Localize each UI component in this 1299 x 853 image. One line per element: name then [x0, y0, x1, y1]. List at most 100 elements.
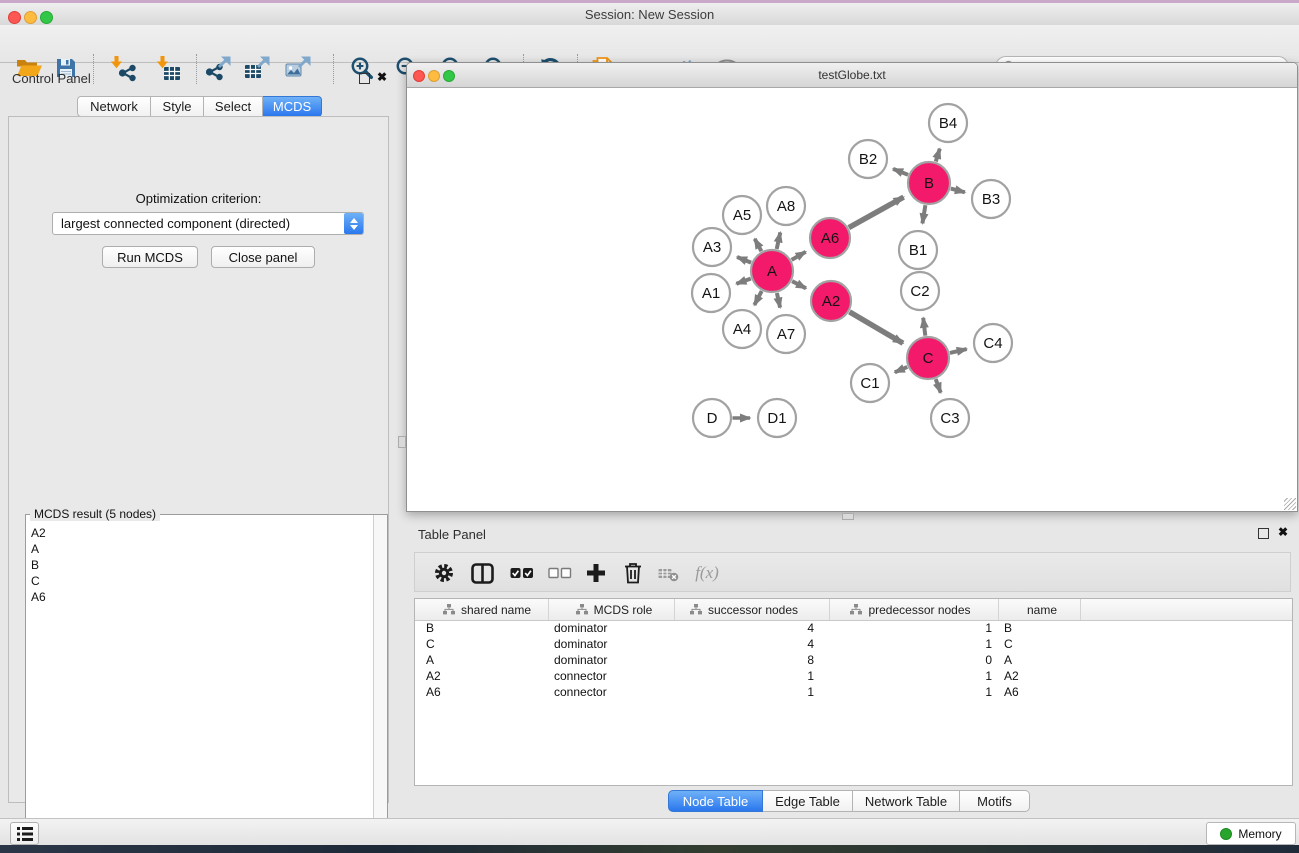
delete-table-button[interactable] [655, 559, 683, 587]
vertical-splitter-handle[interactable] [398, 436, 406, 448]
table-cell[interactable]: 0 [830, 653, 999, 669]
node-B3[interactable]: B3 [972, 180, 1010, 218]
tab-node-table[interactable]: Node Table [668, 790, 763, 812]
edge-A6-B[interactable] [849, 197, 904, 228]
select-stepper-icon[interactable] [344, 213, 363, 234]
table-cell[interactable]: A6 [999, 685, 1081, 701]
node-C3[interactable]: C3 [931, 399, 969, 437]
edge-B-B4[interactable] [936, 149, 940, 162]
result-list-item[interactable]: A6 [31, 589, 373, 605]
table-cell[interactable]: dominator [549, 637, 675, 653]
table-cell[interactable]: A2 [999, 669, 1081, 685]
edge-B-B2[interactable] [893, 169, 908, 175]
result-list-item[interactable]: A [31, 541, 373, 557]
function-builder-button[interactable]: f(x) [693, 559, 721, 587]
column-header-name[interactable]: name [999, 599, 1081, 620]
table-row[interactable]: Cdominator41C [415, 637, 1292, 653]
edge-C-C1[interactable] [895, 367, 908, 372]
node-B[interactable]: B [908, 162, 950, 204]
tab-network-table[interactable]: Network Table [853, 790, 960, 812]
close-table-panel-icon[interactable]: ✖ [1278, 527, 1288, 537]
network-graph[interactable]: B4B2BB3A8A5A6A3B1AC2A1A2A4A7C4CC1C3DD1 [407, 88, 1297, 511]
node-D[interactable]: D [693, 399, 731, 437]
edge-A-A5[interactable] [755, 239, 762, 251]
float-table-panel-icon[interactable] [1258, 528, 1269, 539]
table-row[interactable]: Adominator80A [415, 653, 1292, 669]
edge-A-A3[interactable] [737, 257, 751, 263]
edge-C-C3[interactable] [936, 379, 941, 393]
table-cell[interactable]: 4 [675, 621, 830, 637]
node-C[interactable]: C [907, 337, 949, 379]
table-cell[interactable]: dominator [549, 653, 675, 669]
horizontal-splitter-handle[interactable] [842, 513, 854, 520]
close-panel-icon[interactable]: ✖ [377, 72, 387, 82]
column-header-MCDS-role[interactable]: MCDS role [549, 599, 675, 620]
node-A7[interactable]: A7 [767, 315, 805, 353]
table-cell[interactable]: connector [549, 685, 675, 701]
edge-A-A6[interactable] [792, 252, 806, 260]
edge-A-A4[interactable] [754, 291, 761, 305]
table-cell[interactable]: C [415, 637, 549, 653]
edge-A-A7[interactable] [777, 293, 780, 308]
result-list-item[interactable]: C [31, 573, 373, 589]
node-C1[interactable]: C1 [851, 364, 889, 402]
table-cell[interactable]: A6 [415, 685, 549, 701]
network-window-titlebar[interactable]: testGlobe.txt [407, 63, 1297, 88]
show-column-button[interactable] [468, 559, 496, 587]
table-row[interactable]: Bdominator41B [415, 621, 1292, 637]
tab-mcds[interactable]: MCDS [263, 96, 322, 117]
node-D1[interactable]: D1 [758, 399, 796, 437]
table-cell[interactable]: 1 [675, 669, 830, 685]
node-A3[interactable]: A3 [693, 228, 731, 266]
node-C2[interactable]: C2 [901, 272, 939, 310]
table-cell[interactable]: 1 [830, 685, 999, 701]
deselect-all-columns-button[interactable] [546, 559, 574, 587]
edge-A2-C[interactable] [850, 312, 904, 343]
memory-button[interactable]: Memory [1206, 822, 1296, 845]
node-A[interactable]: A [751, 250, 793, 292]
close-panel-button[interactable]: Close panel [211, 246, 315, 268]
window-resize-grip[interactable] [1284, 498, 1296, 510]
column-header-predecessor-nodes[interactable]: predecessor nodes [830, 599, 999, 620]
mcds-result-list[interactable]: A2ABCA6 [26, 519, 373, 850]
table-cell[interactable]: 1 [675, 685, 830, 701]
table-cell[interactable]: 1 [830, 637, 999, 653]
result-list-scrollbar[interactable] [373, 515, 387, 850]
node-C4[interactable]: C4 [974, 324, 1012, 362]
node-A2[interactable]: A2 [811, 281, 851, 321]
table-cell[interactable]: B [999, 621, 1081, 637]
node-B1[interactable]: B1 [899, 231, 937, 269]
task-history-button[interactable] [10, 822, 39, 845]
tab-network[interactable]: Network [77, 96, 151, 117]
node-B2[interactable]: B2 [849, 140, 887, 178]
node-A6[interactable]: A6 [810, 218, 850, 258]
result-list-item[interactable]: B [31, 557, 373, 573]
table-cell[interactable]: dominator [549, 621, 675, 637]
network-canvas[interactable]: B4B2BB3A8A5A6A3B1AC2A1A2A4A7C4CC1C3DD1 [407, 88, 1297, 511]
edge-A-A8[interactable] [777, 232, 781, 249]
select-all-columns-button[interactable] [508, 559, 536, 587]
delete-column-button[interactable] [619, 559, 647, 587]
tab-edge-table[interactable]: Edge Table [763, 790, 853, 812]
table-row[interactable]: A6connector11A6 [415, 685, 1292, 701]
edge-C-C2[interactable] [923, 318, 925, 336]
tab-style[interactable]: Style [151, 96, 204, 117]
tab-select[interactable]: Select [204, 96, 263, 117]
table-cell[interactable]: A [415, 653, 549, 669]
edge-B-B3[interactable] [951, 189, 965, 193]
create-column-button[interactable] [582, 559, 610, 587]
table-cell[interactable]: 1 [830, 621, 999, 637]
table-row[interactable]: A2connector11A2 [415, 669, 1292, 685]
node-A4[interactable]: A4 [723, 310, 761, 348]
edge-A-A1[interactable] [736, 279, 750, 284]
node-A5[interactable]: A5 [723, 196, 761, 234]
table-options-button[interactable] [430, 559, 458, 587]
float-panel-icon[interactable] [359, 73, 370, 84]
tab-motifs[interactable]: Motifs [960, 790, 1030, 812]
result-list-item[interactable]: A2 [31, 525, 373, 541]
table-cell[interactable]: 8 [675, 653, 830, 669]
node-B4[interactable]: B4 [929, 104, 967, 142]
table-cell[interactable]: C [999, 637, 1081, 653]
edge-A-A2[interactable] [792, 281, 806, 288]
criterion-select[interactable]: largest connected component (directed) [52, 212, 364, 235]
